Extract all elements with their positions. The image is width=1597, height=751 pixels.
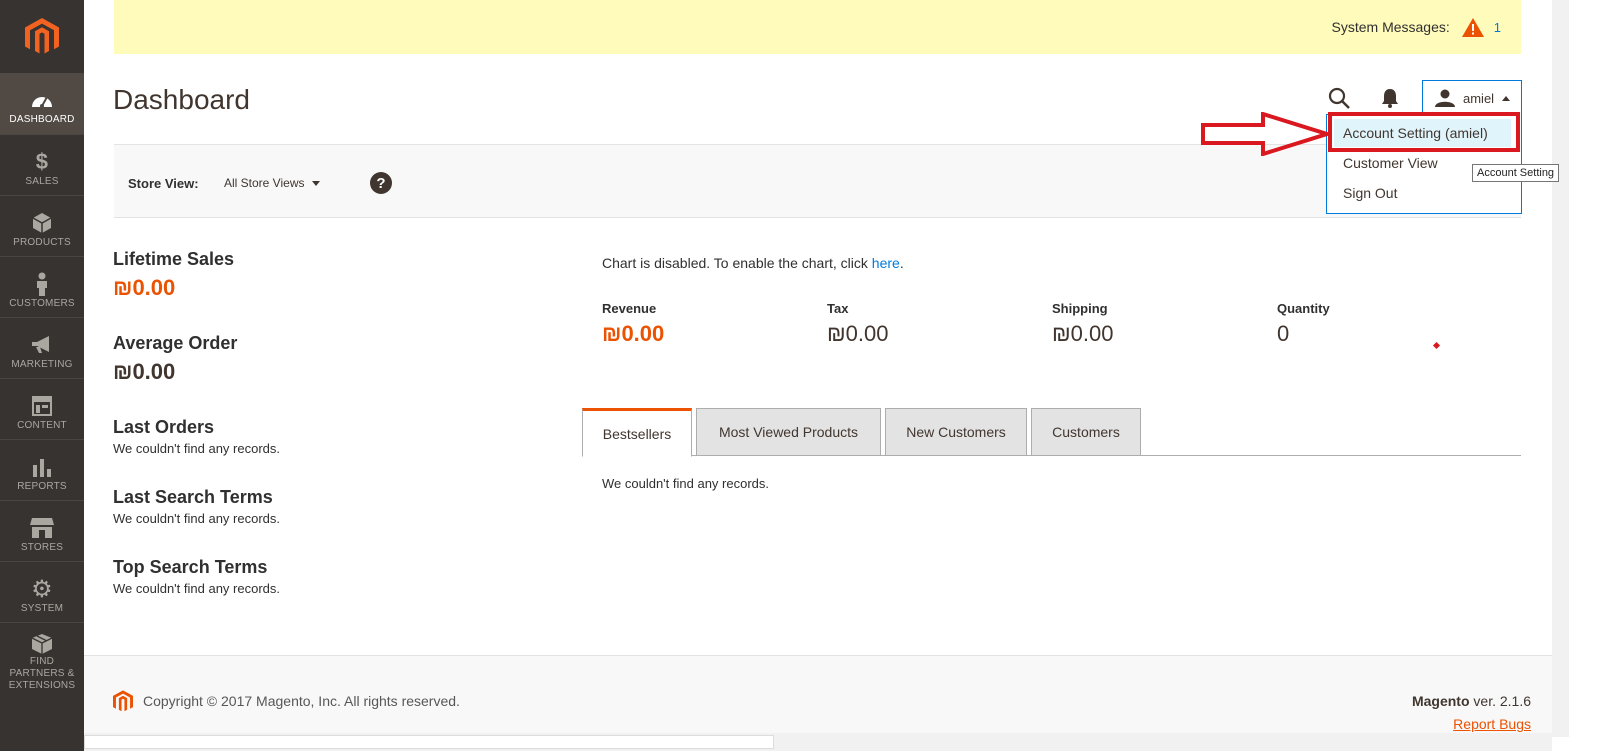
magento-logo[interactable] [0, 0, 84, 73]
vertical-scrollbar-thumb[interactable] [1553, 0, 1568, 737]
warning-icon [1461, 17, 1484, 37]
layout-icon [32, 393, 52, 419]
cube-icon [32, 210, 52, 236]
tax-label: Tax [827, 301, 849, 316]
sidebar-item-content[interactable]: CONTENT [0, 378, 84, 439]
sidebar-item-products[interactable]: PRODUCTS [0, 195, 84, 256]
sidebar-item-stores[interactable]: STORES [0, 500, 84, 561]
chart-disabled-message: Chart is disabled. To enable the chart, … [602, 255, 904, 271]
last-search-terms-empty: We couldn't find any records. [113, 511, 280, 526]
menu-item-account-setting[interactable]: Account Setting (amiel) [1334, 119, 1511, 147]
store-view-select[interactable]: All Store Views [224, 176, 321, 190]
dollar-icon: $ [35, 149, 49, 174]
report-bugs-link[interactable]: Report Bugs [1453, 716, 1531, 732]
average-order-label: Average Order [113, 333, 238, 353]
top-search-terms-empty: We couldn't find any records. [113, 581, 280, 596]
shipping-value: ₪0.00 [1052, 321, 1114, 346]
sidebar-item-customers[interactable]: CUSTOMERS [0, 256, 84, 317]
help-icon[interactable]: ? [370, 172, 392, 194]
notifications-bell-icon[interactable] [1378, 86, 1402, 110]
magento-logo-icon [25, 17, 59, 53]
search-icon[interactable] [1327, 86, 1351, 110]
sidebar-item-sales[interactable]: $ SALES [0, 134, 84, 195]
footer-version-text: ver. 2.1.6 [1469, 693, 1531, 709]
sidebar-item-system[interactable]: ⚙ SYSTEM [0, 561, 84, 622]
system-messages-count[interactable]: 1 [1494, 20, 1501, 35]
chart-message-text: Chart is disabled. To enable the chart, … [602, 255, 872, 271]
horizontal-scrollbar[interactable] [84, 733, 1552, 751]
lifetime-sales-value: ₪0.00 [113, 275, 176, 300]
menu-item-customer-view[interactable]: Customer View [1343, 155, 1438, 171]
gear-icon: ⚙ [31, 575, 53, 603]
last-orders-empty: We couldn't find any records. [113, 441, 280, 456]
bar-chart-icon [32, 454, 52, 480]
caret-up-icon [1502, 95, 1511, 101]
quantity-value: 0 [1277, 321, 1290, 346]
sidebar-item-marketing[interactable]: MARKETING [0, 317, 84, 378]
tab-bestsellers[interactable]: Bestsellers [582, 408, 692, 457]
top-search-terms-label: Top Search Terms [113, 557, 268, 577]
store-view-label: Store View: [128, 176, 199, 191]
footer-version: Magento ver. 2.1.6 [1412, 693, 1531, 709]
tab-new-customers[interactable]: New Customers [885, 408, 1027, 456]
tab-content-empty: We couldn't find any records. [602, 476, 769, 491]
sidebar-item-find-partners[interactable]: FIND PARTNERS & EXTENSIONS [0, 622, 84, 692]
tab-customers[interactable]: Customers [1031, 408, 1141, 456]
user-account-button[interactable]: amiel [1422, 80, 1522, 115]
revenue-label: Revenue [602, 301, 657, 316]
footer-brand: Magento [1411, 693, 1470, 709]
last-search-terms-label: Last Search Terms [113, 487, 273, 507]
page-title: Dashboard [113, 84, 250, 115]
menu-item-sign-out[interactable]: Sign Out [1343, 185, 1397, 201]
annotation-arrow-icon [1201, 112, 1331, 156]
footer-copyright: Copyright © 2017 Magento, Inc. All right… [143, 693, 460, 709]
window-right-edge [1569, 0, 1597, 751]
enable-chart-link[interactable]: here [872, 255, 900, 271]
average-order-value: ₪0.00 [113, 359, 176, 384]
last-orders-label: Last Orders [113, 417, 215, 437]
footer-magento-logo-icon [113, 690, 133, 718]
sidebar-item-reports[interactable]: REPORTS [0, 439, 84, 500]
horizontal-scrollbar-thumb[interactable] [84, 735, 774, 749]
admin-sidebar: DASHBOARD $ SALES PRODUCTS CUSTOMERS MAR… [0, 0, 84, 751]
sidebar-item-dashboard[interactable]: DASHBOARD [0, 73, 84, 134]
quantity-label: Quantity [1277, 301, 1330, 316]
lifetime-sales-label: Lifetime Sales [113, 249, 235, 269]
red-dot-marker [1432, 341, 1441, 350]
person-icon [35, 271, 49, 297]
store-view-value: All Store Views [224, 176, 305, 190]
storefront-icon [30, 515, 54, 541]
account-setting-tooltip: Account Setting [1472, 164, 1560, 182]
chevron-down-icon [312, 180, 321, 186]
user-name: amiel [1463, 90, 1495, 106]
user-icon [1435, 89, 1455, 107]
system-messages-bar: System Messages: 1 [114, 0, 1521, 54]
chart-message-period: . [899, 255, 904, 271]
megaphone-icon [31, 332, 53, 358]
revenue-value: ₪0.00 [602, 321, 665, 346]
dashboard-gauge-icon [30, 87, 54, 113]
system-messages-label: System Messages: [1331, 19, 1450, 35]
boxes-icon [31, 633, 53, 655]
shipping-label: Shipping [1052, 301, 1108, 316]
tab-most-viewed-products[interactable]: Most Viewed Products [696, 408, 881, 456]
tax-value: ₪0.00 [827, 321, 889, 346]
vertical-scrollbar[interactable] [1552, 0, 1569, 737]
